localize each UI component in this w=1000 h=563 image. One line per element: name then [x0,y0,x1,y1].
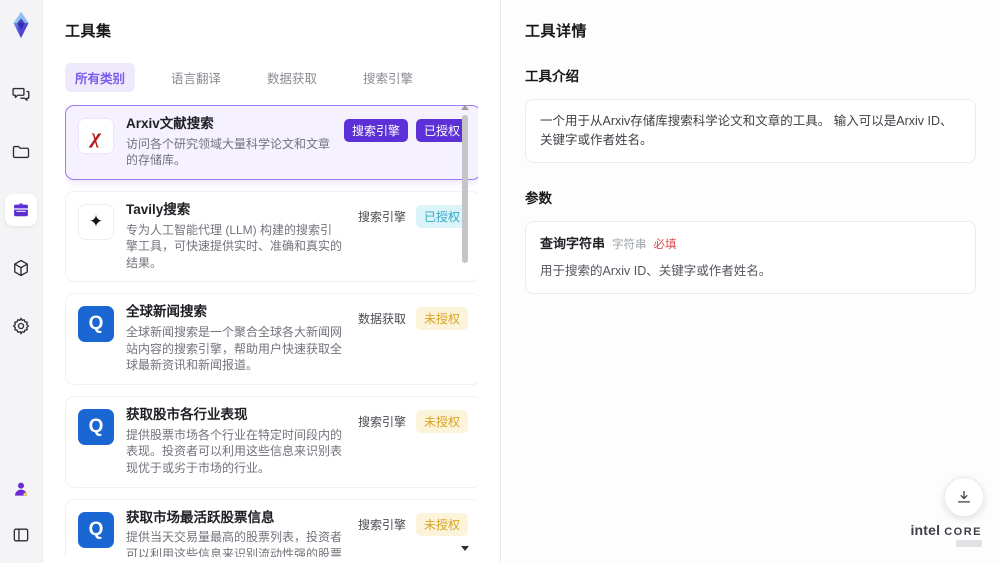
intel-ultra-sub-badge [956,540,982,547]
briefcase-icon [14,203,28,217]
sidebar-nav [5,78,37,342]
tavily-star-icon: ✦ [78,203,114,240]
tab-search-engine[interactable]: 搜索引擎 [353,63,423,92]
param-box: 查询字符串 字符串 必填 用于搜索的Arxiv ID、关键字或作者姓名。 [525,220,976,294]
sidebar-item-plugins[interactable] [5,252,37,284]
category-tabs: 所有类别 语言翻译 数据获取 搜索引擎 [65,63,478,92]
tool-card-tavily[interactable]: ✦ Tavily搜索 专为人工智能代理 (LLM) 构建的搜索引擎工具，可快速提… [65,190,478,283]
scrollbar-thumb[interactable] [462,115,468,263]
tool-card-list: χ Arxiv文献搜索 访问各个研究领域大量科学论文和文章的存储库。 搜索引擎 … [65,105,478,557]
sidebar-item-settings[interactable] [5,310,37,342]
intro-text: 一个用于从Arxiv存储库搜索科学论文和文章的工具。 输入可以是Arxiv ID… [540,114,953,147]
user-icon [15,482,27,496]
tool-card-sector-performance[interactable]: Q 获取股市各行业表现 提供股票市场各个行业在特定时间段内的表现。投资者可以利用… [65,396,478,488]
tool-detail-panel: 工具详情 工具介绍 一个用于从Arxiv存储库搜索科学论文和文章的工具。 输入可… [500,0,1000,563]
sidebar-item-files[interactable] [5,136,37,168]
stock-q-icon: Q [78,409,114,445]
arxiv-chi-icon: χ [78,118,114,154]
scroll-up-arrow-icon[interactable] [461,105,469,110]
param-type: 字符串 [612,238,647,251]
tool-card-arxiv[interactable]: χ Arxiv文献搜索 访问各个研究领域大量科学论文和文章的存储库。 搜索引擎 … [65,105,478,180]
tab-translation[interactable]: 语言翻译 [161,63,231,92]
panel-toggle-icon [13,528,29,542]
download-icon [957,490,971,503]
list-scrollbar[interactable] [461,105,469,557]
category-badge: 数据获取 [357,312,406,327]
intel-core-logo: intel CORE [910,522,982,547]
app-logo-icon [13,11,29,39]
tab-all-categories[interactable]: 所有类别 [65,63,136,92]
tool-name: 获取股市各行业表现 [126,407,248,422]
tool-list-panel: 工具集 所有类别 语言翻译 数据获取 搜索引擎 χ Arxiv文献搜索 访问各个… [42,0,500,563]
chat-icon [12,87,30,101]
param-name: 查询字符串 [540,235,606,251]
category-badge: 搜索引擎 [357,209,406,224]
category-badge: 搜索引擎 [357,415,406,429]
intel-wordmark: intel [910,522,941,538]
download-button[interactable] [944,477,984,517]
tool-description: 专为人工智能代理 (LLM) 构建的搜索引擎工具，可快速提供实时、准确和真实的结… [126,222,343,270]
tool-description: 访问各个研究领域大量科学论文和文章的存储库。 [126,136,331,168]
scroll-down-arrow-icon[interactable] [461,546,469,551]
tool-name: 全球新闻搜索 [126,304,207,320]
param-description: 用于搜索的Arxiv ID、关键字或作者姓名。 [540,263,772,278]
cube-icon [14,259,28,277]
news-q-icon: Q [78,306,114,343]
detail-title: 工具详情 [525,23,588,40]
category-badge: 搜索引擎 [357,517,406,532]
tool-card-most-active-stocks[interactable]: Q 获取市场最活跃股票信息 提供当天交易量最高的股票列表，投资者可以利用这些信息… [65,498,478,557]
sidebar-rail [0,0,42,563]
user-avatar-button[interactable] [5,473,37,505]
stock-q-icon: Q [78,511,114,548]
tool-description: 提供股票市场各个行业在特定时间段内的表现。投资者可以利用这些信息来识别表现优于或… [126,427,343,475]
params-heading: 参数 [525,190,552,206]
sidebar-bottom [5,473,37,551]
intro-heading: 工具介绍 [525,69,579,84]
sidebar-item-toolbox[interactable] [5,194,37,226]
tool-card-global-news[interactable]: Q 全球新闻搜索 全球新闻搜索是一个聚合全球各大新闻网站内容的搜索引擎，帮助用户… [65,293,478,385]
tool-name: Tavily搜索 [126,201,191,217]
intro-box: 一个用于从Arxiv存储库搜索科学论文和文章的工具。 输入可以是Arxiv ID… [525,99,976,163]
core-wordmark: CORE [944,526,982,538]
collapse-panel-button[interactable] [5,519,37,551]
tool-description: 提供当天交易量最高的股票列表，投资者可以利用这些信息来识别流动性强的股票和潜在的… [126,530,343,557]
gear-icon [13,317,30,335]
tool-name: 获取市场最活跃股票信息 [126,509,275,525]
tab-data-fetch[interactable]: 数据获取 [257,63,327,92]
sidebar-item-chat[interactable] [5,78,37,110]
param-required-flag: 必填 [653,238,677,251]
page-title: 工具集 [65,23,112,40]
folder-icon [12,145,30,159]
category-badge: 搜索引擎 [343,119,408,142]
tool-description: 全球新闻搜索是一个聚合全球各大新闻网站内容的搜索引擎，帮助用户快速获取全球最新资… [126,325,343,373]
tool-name: Arxiv文献搜索 [126,116,214,131]
